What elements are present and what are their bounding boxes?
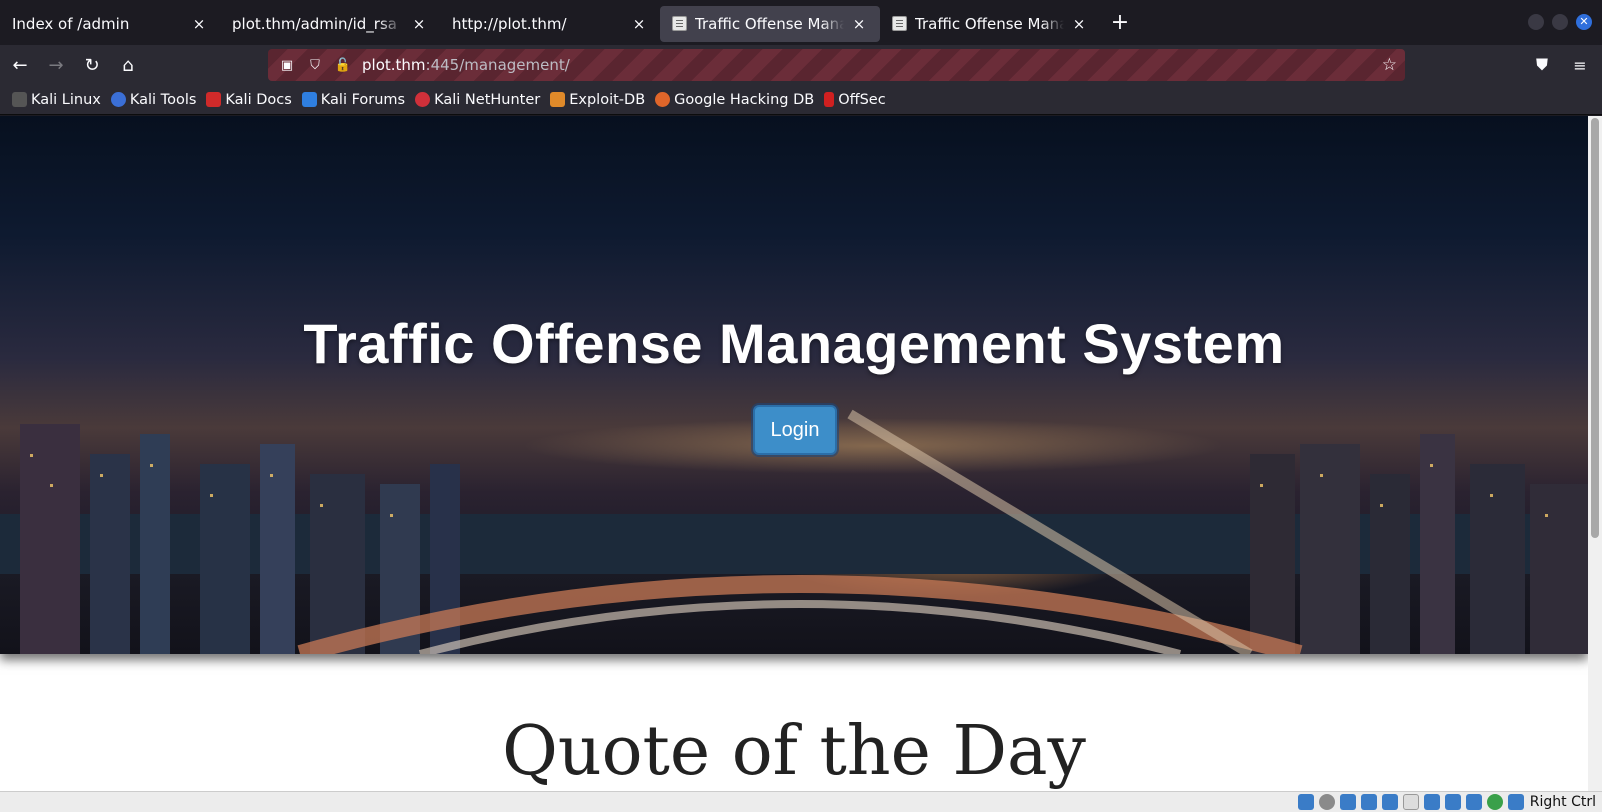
network-icon[interactable] (1360, 794, 1377, 810)
cpu-icon[interactable] (1465, 794, 1482, 810)
url-bar[interactable]: ▣ ⛉ 🔓 plot.thm:445/management/ ☆ (268, 49, 1405, 81)
bookmarks-toolbar: Kali Linux Kali Tools Kali Docs Kali For… (0, 85, 1602, 115)
hero-banner: Traffic Offense Management System Login (0, 116, 1588, 654)
bookmark-label: Kali NetHunter (434, 91, 541, 108)
back-arrow-icon[interactable]: ← (4, 49, 36, 81)
tracking-shield-icon[interactable]: ⛉ (306, 56, 324, 74)
ghdb-icon (655, 92, 671, 107)
guest-additions-icon[interactable] (1486, 794, 1503, 810)
tab-close-icon[interactable]: × (410, 15, 428, 33)
bookmark-label: Kali Forums (320, 91, 406, 108)
forward-arrow-icon[interactable]: → (40, 49, 72, 81)
url-host: plot.thm (362, 56, 426, 74)
bookmark-kali-nethunter[interactable]: Kali NetHunter (415, 92, 540, 108)
page-title: Traffic Offense Management System (303, 312, 1285, 375)
host-key-label: Right Ctrl (1529, 794, 1596, 810)
tab-plot-thm[interactable]: http://plot.thm/ × (440, 6, 660, 42)
bookmark-label: Exploit-DB (569, 91, 646, 108)
window-controls: ✕ (1528, 14, 1592, 30)
tab-id-rsa[interactable]: plot.thm/admin/id_rsa × (220, 6, 440, 42)
bookmark-kali-docs[interactable]: Kali Docs (206, 91, 292, 108)
scrollbar-thumb[interactable] (1591, 118, 1599, 538)
vm-status-bar: Right Ctrl (0, 791, 1602, 812)
tab-close-icon[interactable]: × (630, 15, 648, 33)
bookmark-label: Kali Docs (225, 91, 292, 108)
bookmark-label: Kali Tools (129, 91, 197, 108)
page-favicon-icon (892, 16, 907, 31)
bookmark-kali-linux[interactable]: Kali Linux (12, 92, 101, 108)
nethunter-icon (415, 92, 431, 107)
reader-mode-icon[interactable]: ▣ (278, 56, 296, 74)
bookmark-label: Google Hacking DB (674, 91, 815, 108)
tab-traffic-offense-active[interactable]: Traffic Offense Management System × (660, 5, 880, 42)
optical-drive-icon[interactable] (1318, 794, 1335, 810)
toolbar-right: ⛊ ≡ (1530, 49, 1592, 81)
kali-forums-icon (301, 92, 317, 107)
bookmark-kali-forums[interactable]: Kali Forums (301, 91, 406, 108)
browser-window: Index of /admin × plot.thm/admin/id_rsa … (0, 0, 1602, 812)
login-button[interactable]: Login (753, 405, 837, 455)
tab-index-admin[interactable]: Index of /admin × (0, 6, 220, 42)
maximize-button[interactable] (1552, 14, 1568, 30)
tab-traffic-offense[interactable]: Traffic Offense Management System × (880, 6, 1100, 42)
reload-icon[interactable]: ↻ (76, 49, 108, 81)
tab-title: Traffic Offense Management System (915, 14, 1064, 33)
audio-icon[interactable] (1339, 794, 1356, 810)
bookmark-offsec[interactable]: OffSec (824, 92, 886, 108)
pocket-icon[interactable]: ⛊ (1530, 49, 1554, 81)
storage-icon[interactable] (1297, 794, 1314, 810)
insecure-lock-icon[interactable]: 🔓 (334, 56, 352, 74)
tab-title: Traffic Offense Management System (695, 14, 844, 33)
page-scrollbar[interactable] (1588, 116, 1602, 791)
tab-close-icon[interactable]: × (190, 15, 208, 33)
mouse-integration-icon[interactable] (1507, 794, 1524, 810)
tab-strip: Index of /admin × plot.thm/admin/id_rsa … (0, 0, 1602, 45)
home-icon[interactable]: ⌂ (112, 49, 144, 81)
exploit-db-icon (550, 92, 566, 107)
page-favicon-icon (672, 16, 687, 31)
offsec-icon (824, 92, 835, 107)
recording-icon[interactable] (1444, 794, 1461, 810)
kali-docs-icon (206, 92, 222, 107)
url-path: :445/management/ (425, 56, 570, 74)
bookmark-label: OffSec (838, 91, 886, 108)
shared-folders-icon[interactable] (1402, 794, 1419, 810)
kali-dragon-icon (12, 92, 27, 107)
usb-icon[interactable] (1381, 794, 1398, 810)
bookmark-exploit-db[interactable]: Exploit-DB (550, 92, 645, 108)
bookmark-star-icon[interactable]: ☆ (1382, 55, 1397, 75)
new-tab-button[interactable]: + (1104, 7, 1136, 39)
bookmark-kali-tools[interactable]: Kali Tools (110, 91, 197, 108)
tab-close-icon[interactable]: × (850, 15, 868, 33)
tab-title: plot.thm/admin/id_rsa (232, 14, 397, 33)
display-icon[interactable] (1423, 794, 1440, 810)
bookmark-google-hacking-db[interactable]: Google Hacking DB (655, 92, 814, 108)
close-window-icon[interactable]: ✕ (1576, 14, 1592, 30)
nav-bar: ← → ↻ ⌂ ▣ ⛉ 🔓 plot.thm:445/management/ ☆… (0, 45, 1602, 85)
kali-tools-icon (110, 92, 126, 107)
page-content: Traffic Offense Management System Login … (0, 116, 1602, 791)
tab-title: Index of /admin (12, 14, 130, 33)
minimize-button[interactable] (1528, 14, 1544, 30)
tab-close-icon[interactable]: × (1070, 15, 1088, 33)
bookmark-label: Kali Linux (31, 91, 101, 108)
quote-heading: Quote of the Day (502, 712, 1086, 791)
menu-icon[interactable]: ≡ (1568, 49, 1592, 81)
tab-title: http://plot.thm/ (452, 14, 567, 33)
